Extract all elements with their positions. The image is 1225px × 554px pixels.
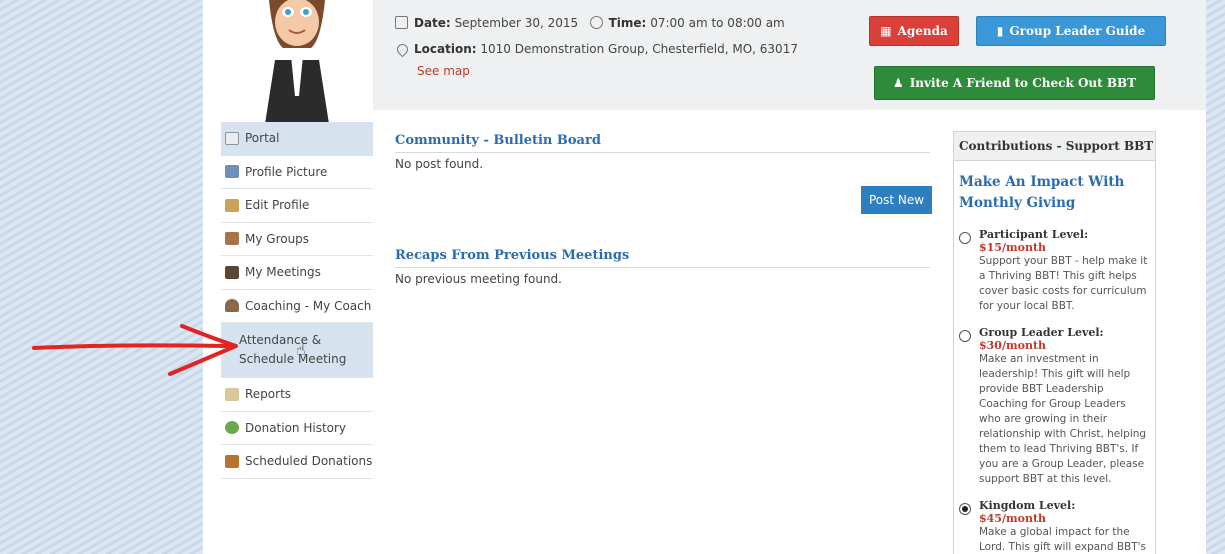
level-name: Participant Level: xyxy=(979,228,1089,241)
donation-history-icon xyxy=(225,421,239,435)
meeting-location: Location: 1010 Demonstration Group, Ches… xyxy=(394,41,798,58)
participant-level-radio[interactable] xyxy=(959,232,971,244)
invite-friend-button[interactable]: ♟ Invite A Friend to Check Out BBT xyxy=(874,66,1155,100)
sidebar-item-coaching[interactable]: Coaching - My Coach xyxy=(221,290,373,323)
sidebar-item-profile-picture[interactable]: Profile Picture xyxy=(221,156,373,189)
time-value: 07:00 am to 08:00 am xyxy=(650,16,785,30)
level-description: Support your BBT - help make it a Thrivi… xyxy=(979,255,1148,312)
portal-icon xyxy=(225,131,239,145)
level-price: $45/month xyxy=(979,512,1047,525)
agenda-button[interactable]: ▦ Agenda xyxy=(869,16,959,46)
calendar-icon xyxy=(395,16,408,29)
group-leader-level-radio[interactable] xyxy=(959,330,971,342)
level-description: Make an investment in leadership! This g… xyxy=(979,353,1147,485)
calendar-icon: ▦ xyxy=(880,24,892,38)
reports-icon xyxy=(225,387,239,401)
sidebar-item-label: My Groups xyxy=(245,231,310,246)
level-price: $15/month xyxy=(979,241,1047,254)
sidebar-item-portal[interactable]: Portal xyxy=(221,122,373,156)
date-label: Date: xyxy=(414,16,451,30)
recaps-empty-text: No previous meeting found. xyxy=(395,272,562,286)
annotation-arrow xyxy=(32,324,238,376)
bulletin-board-title: Community - Bulletin Board xyxy=(395,133,930,153)
sidebar-item-label: My Meetings xyxy=(245,265,321,280)
sidebar-item-my-meetings[interactable]: My Meetings xyxy=(221,256,373,290)
scheduled-donations-icon xyxy=(225,454,239,468)
agenda-button-label: Agenda xyxy=(897,24,948,38)
level-name: Kingdom Level: xyxy=(979,499,1076,512)
giving-level-participant[interactable]: Participant Level: $15/month Support you… xyxy=(954,228,1155,314)
sidebar-item-scheduled-donations[interactable]: Scheduled Donations xyxy=(221,445,373,479)
level-name: Group Leader Level: xyxy=(979,326,1104,339)
main-content: Community - Bulletin Board No post found… xyxy=(395,133,932,286)
post-new-button[interactable]: Post New xyxy=(861,186,932,214)
group-leader-guide-label: Group Leader Guide xyxy=(1009,24,1146,38)
meeting-date-time: Date: September 30, 2015 Time: 07:00 am … xyxy=(395,16,785,30)
sidebar-item-label: Scheduled Donations xyxy=(245,454,373,469)
book-icon: ▮ xyxy=(996,24,1004,38)
sidebar-item-label: Edit Profile xyxy=(245,198,310,213)
sidebar-item-reports[interactable]: Reports xyxy=(221,378,373,412)
location-label: Location: xyxy=(414,42,477,56)
time-label: Time: xyxy=(608,16,647,30)
user-icon: ♟ xyxy=(892,76,904,90)
sidebar-item-edit-profile[interactable]: Edit Profile xyxy=(221,189,373,223)
sidebar-item-label: Coaching - My Coach xyxy=(245,298,372,313)
level-description: Make a global impact for the Lord. This … xyxy=(979,526,1147,553)
sidebar-item-my-groups[interactable]: My Groups xyxy=(221,223,373,256)
sidebar-nav: Portal Profile Picture Edit Profile My G… xyxy=(221,122,373,479)
coach-icon xyxy=(225,299,239,313)
location-value: 1010 Demonstration Group, Chesterfield, … xyxy=(480,42,798,56)
sidebar-item-label: Donation History xyxy=(245,420,347,435)
contributions-subtitle: Make An Impact With Monthly Giving xyxy=(959,174,1125,211)
kingdom-level-radio[interactable] xyxy=(959,503,971,515)
invite-friend-label: Invite A Friend to Check Out BBT xyxy=(909,76,1137,90)
contributions-title: Contributions - Support BBT xyxy=(954,132,1155,161)
see-map-link[interactable]: See map xyxy=(417,64,470,78)
hand-cursor-icon: ☝ xyxy=(296,340,306,359)
meeting-info-bar: Date: September 30, 2015 Time: 07:00 am … xyxy=(373,0,1206,110)
avatar xyxy=(221,0,371,124)
contributions-panel: Contributions - Support BBT Make An Impa… xyxy=(953,131,1156,554)
clock-icon xyxy=(589,16,603,29)
meetings-icon xyxy=(225,265,239,279)
groups-icon xyxy=(225,232,239,246)
giving-level-group-leader[interactable]: Group Leader Level: $30/month Make an in… xyxy=(954,326,1155,487)
sidebar-item-label: Reports xyxy=(245,387,292,402)
recaps-title: Recaps From Previous Meetings xyxy=(395,248,930,268)
profile-picture-icon xyxy=(225,165,239,179)
sidebar-item-label: Portal xyxy=(245,131,280,146)
edit-profile-icon xyxy=(225,198,239,212)
page-content: Date: September 30, 2015 Time: 07:00 am … xyxy=(203,0,1206,554)
bulletin-empty-text: No post found. xyxy=(395,157,484,171)
sidebar-item-donation-history[interactable]: Donation History xyxy=(221,412,373,445)
sidebar-item-label: Attendance & Schedule Meeting xyxy=(239,333,347,366)
giving-level-kingdom[interactable]: Kingdom Level: $45/month Make a global i… xyxy=(954,499,1155,554)
location-pin-icon xyxy=(394,41,411,58)
sidebar-item-label: Profile Picture xyxy=(245,164,328,179)
date-value: September 30, 2015 xyxy=(454,16,579,30)
group-leader-guide-button[interactable]: ▮ Group Leader Guide xyxy=(976,16,1166,46)
level-price: $30/month xyxy=(979,339,1047,352)
